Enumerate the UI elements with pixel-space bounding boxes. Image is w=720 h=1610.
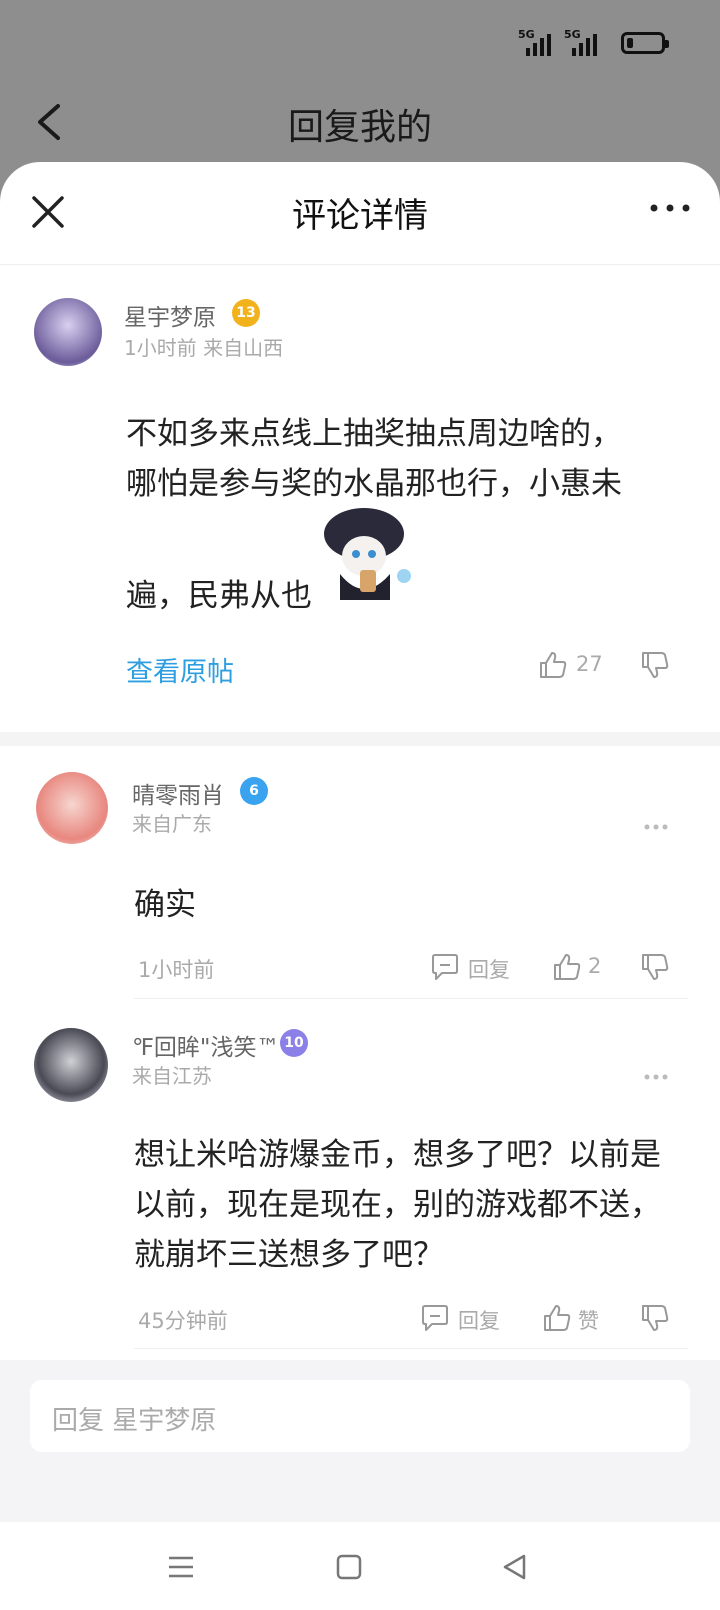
avatar[interactable] xyxy=(34,298,102,366)
comment-icon xyxy=(432,954,458,980)
view-original-post-link[interactable]: 查看原帖 xyxy=(126,650,234,689)
like-button[interactable]: 2 xyxy=(552,952,612,982)
sheet-header: 评论详情 xyxy=(0,162,720,265)
reply-time: 1小时前 xyxy=(138,958,215,982)
thumbs-down-icon xyxy=(642,954,669,980)
sticker-image xyxy=(320,504,414,600)
avatar[interactable] xyxy=(34,1028,108,1102)
back-triangle-icon[interactable] xyxy=(500,1552,530,1582)
more-dots-icon xyxy=(644,824,668,830)
level-badge: 6 xyxy=(240,777,268,805)
page-title: 回复我的 xyxy=(287,107,432,148)
like-count: 27 xyxy=(576,652,603,676)
reply-input-bar: 回复 星宇梦原 xyxy=(0,1360,720,1522)
level-badge: 13 xyxy=(232,299,260,327)
comment-line-1: 不如多来点线上抽奖抽点周边啥的， xyxy=(126,416,622,452)
reply-button[interactable]: 回复 xyxy=(420,1303,504,1333)
battery-icon xyxy=(621,32,669,54)
like-button[interactable]: 赞 xyxy=(542,1303,612,1333)
reply-location: 来自广东 xyxy=(132,812,212,836)
comment-line-3: 遍，民弗从也 xyxy=(126,578,312,614)
reply-label: 回复 xyxy=(458,1309,500,1333)
comment-meta: 1小时前 来自山西 xyxy=(124,336,284,360)
reply-text-line: 确实 xyxy=(134,887,196,923)
like-button[interactable]: 27 xyxy=(538,650,608,684)
reply-input-placeholder: 回复 星宇梦原 xyxy=(52,1406,217,1436)
reply-more-button[interactable] xyxy=(644,1066,668,1080)
signal-icon-2: 5G xyxy=(564,28,598,56)
reply-more-button[interactable] xyxy=(644,816,668,830)
reply-location: 来自江苏 xyxy=(132,1064,212,1088)
dislike-button[interactable] xyxy=(640,1303,670,1333)
reply-text-line: 就崩坏三送想多了吧？ xyxy=(134,1237,444,1273)
dislike-button[interactable] xyxy=(640,952,670,982)
reply-input[interactable]: 回复 星宇梦原 xyxy=(30,1380,690,1452)
thumbs-down-icon xyxy=(642,652,669,678)
like-label: 赞 xyxy=(578,1309,599,1333)
thumbs-up-icon xyxy=(554,954,581,980)
menu-icon[interactable] xyxy=(166,1552,196,1582)
reply-time: 45分钟前 xyxy=(138,1309,228,1333)
page-header: 回复我的 xyxy=(0,80,720,160)
comment-detail-sheet: 评论详情 星宇梦原 13 1小时前 来自山西 不如多来点线上抽奖抽点周边啥的， … xyxy=(0,162,720,1522)
reply-separator xyxy=(134,1348,688,1349)
dislike-button[interactable] xyxy=(640,650,670,680)
thumbs-down-icon xyxy=(642,1305,669,1331)
system-nav-bar xyxy=(0,1522,720,1610)
more-options-button[interactable] xyxy=(648,198,692,218)
comment-author[interactable]: 星宇梦原 xyxy=(124,298,216,332)
reply-separator xyxy=(134,998,688,999)
reply-label: 回复 xyxy=(468,958,510,982)
home-icon[interactable] xyxy=(334,1552,364,1582)
reply-author[interactable]: 晴零雨肖 xyxy=(132,776,224,810)
avatar[interactable] xyxy=(36,772,108,844)
thumbs-up-icon xyxy=(540,652,567,678)
comment-icon xyxy=(422,1305,448,1331)
reply-button[interactable]: 回复 xyxy=(430,952,514,982)
signal-icon: 5G xyxy=(518,28,552,56)
level-badge: 10 xyxy=(280,1029,308,1057)
more-dots-icon xyxy=(644,1074,668,1080)
like-count: 2 xyxy=(588,954,602,978)
more-dots-icon xyxy=(650,204,690,212)
status-bar: 5G 5G xyxy=(0,0,720,80)
section-divider xyxy=(0,732,720,746)
thumbs-up-icon xyxy=(544,1305,571,1331)
sheet-title: 评论详情 xyxy=(292,196,428,236)
comment-line-2: 哪怕是参与奖的水晶那也行，小惠未 xyxy=(126,466,622,502)
reply-author[interactable]: ℉回眸"浅笑™ xyxy=(132,1028,279,1062)
